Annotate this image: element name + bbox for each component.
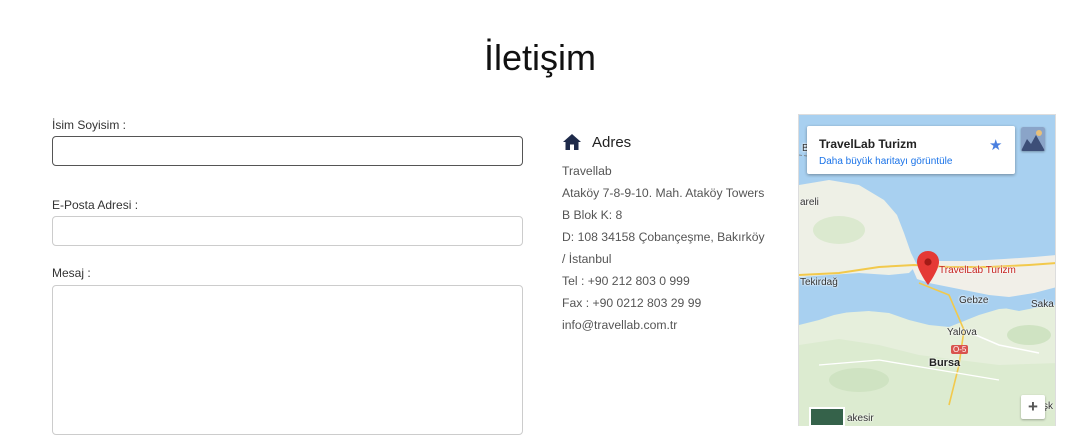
home-icon xyxy=(562,133,582,151)
address-line: Ataköy 7-8-9-10. Mah. Ataköy Towers xyxy=(562,186,765,200)
page-title: İletişim xyxy=(483,37,596,78)
name-label: İsim Soyisim : xyxy=(52,118,127,132)
map-label-tekirdag: Tekirdağ xyxy=(800,277,838,288)
map-label-bursa: Bursa xyxy=(929,357,961,369)
address-lines: Travellab Ataköy 7-8-9-10. Mah. Ataköy T… xyxy=(562,160,782,336)
address-block: Adres Travellab Ataköy 7-8-9-10. Mah. At… xyxy=(562,130,782,336)
road-badge: O-5 xyxy=(951,345,969,354)
message-label: Mesaj : xyxy=(52,266,91,280)
fax-line: Fax : +90 0212 803 29 99 xyxy=(562,296,702,310)
save-star-icon[interactable]: ★ xyxy=(989,136,1002,154)
map-label-yalova: Yalova xyxy=(947,327,977,338)
larger-map-link[interactable]: Daha büyük haritayı görüntüle xyxy=(819,156,952,167)
email-line: info@travellab.com.tr xyxy=(562,318,678,332)
zoom-in-button[interactable]: + xyxy=(1021,395,1045,419)
message-textarea[interactable] xyxy=(52,285,523,435)
map-marker-icon[interactable] xyxy=(917,251,939,285)
place-name: TravelLab Turizm xyxy=(819,137,917,151)
place-photo-thumbnail[interactable] xyxy=(1021,127,1045,151)
map-label-areli: areli xyxy=(800,197,819,208)
marker-label: TravelLab Turizm xyxy=(939,265,1016,276)
map-label-saka: Saka xyxy=(1031,299,1054,310)
email-label: E-Posta Adresi : xyxy=(52,198,139,212)
map-embed[interactable]: B areli Tekirdağ Gebze Saka Yalova O-5 B… xyxy=(798,114,1056,426)
map-label-gebze: Gebze xyxy=(959,295,989,306)
map-layer-toggle[interactable] xyxy=(809,407,845,426)
address-header: Adres xyxy=(562,130,782,154)
address-line: / İstanbul xyxy=(562,252,612,266)
address-line: D: 108 34158 Çobançeşme, Bakırköy xyxy=(562,230,765,244)
name-input[interactable] xyxy=(52,136,523,166)
phone-line: Tel : +90 212 803 0 999 xyxy=(562,274,690,288)
address-title: Adres xyxy=(592,133,632,151)
email-input[interactable] xyxy=(52,216,523,246)
map-label-akesir: akesir xyxy=(847,413,874,424)
address-line: Travellab xyxy=(562,164,612,178)
address-line: B Blok K: 8 xyxy=(562,208,623,222)
place-info-card: TravelLab Turizm Daha büyük haritayı gör… xyxy=(807,126,1015,174)
